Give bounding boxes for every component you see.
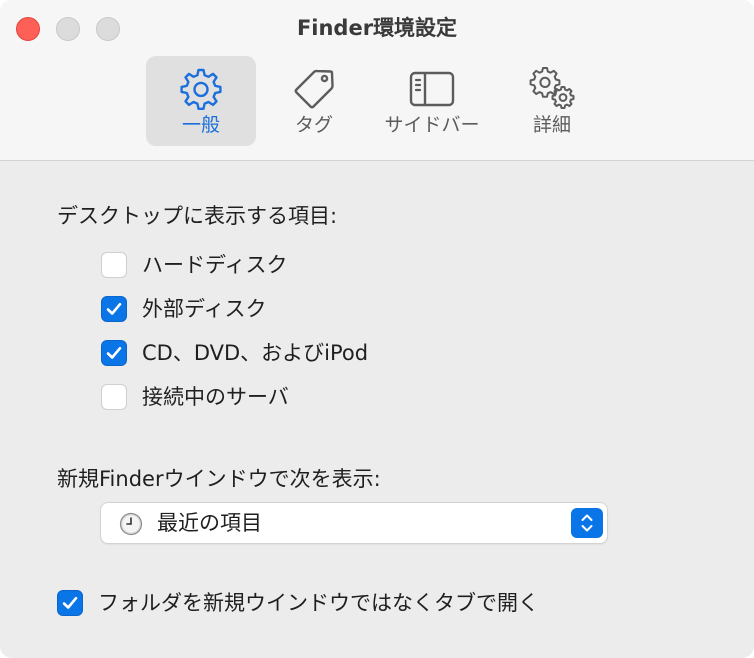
gears-icon	[529, 67, 575, 109]
checkbox-label: ハードディスク	[142, 253, 288, 277]
checkbox-unchecked[interactable]	[101, 384, 127, 410]
sidebar-icon	[409, 71, 455, 107]
checkbox-label: 外部ディスク	[142, 297, 267, 321]
popup-stepper[interactable]	[571, 508, 603, 538]
tab-label: タグ	[294, 114, 333, 136]
tab-tags[interactable]: タグ	[266, 56, 362, 146]
popup-selected-value: 最近の項目	[157, 511, 262, 535]
tab-label: サイドバー	[384, 114, 480, 136]
tag-icon	[294, 69, 334, 109]
checkmark-icon	[106, 302, 122, 315]
checkbox-label: CD、DVD、およびiPod	[142, 341, 369, 365]
clock-icon	[119, 512, 143, 536]
checkmark-icon	[62, 596, 78, 609]
checkbox-checked[interactable]	[101, 296, 127, 322]
tab-label: 一般	[181, 114, 220, 136]
tab-sidebar[interactable]: サイドバー	[370, 56, 494, 146]
checkbox-unchecked[interactable]	[101, 252, 127, 278]
desktop-items-section-label: デスクトップに表示する項目:	[57, 204, 338, 228]
new-window-target-popup[interactable]: 最近の項目	[100, 502, 608, 544]
finder-preferences-window: Finder環境設定 一般 タグ サイドバー 詳細 デスクトップに表示する項目:…	[0, 0, 754, 658]
checkbox-checked[interactable]	[101, 340, 127, 366]
toolbar: Finder環境設定 一般 タグ サイドバー 詳細	[0, 0, 754, 161]
tab-label: 詳細	[532, 114, 571, 136]
tab-general[interactable]: 一般	[146, 56, 256, 146]
window-title: Finder環境設定	[296, 16, 458, 40]
checkbox-checked[interactable]	[57, 590, 83, 616]
checkbox-label: 接続中のサーバ	[142, 385, 289, 409]
tab-advanced[interactable]: 詳細	[504, 56, 600, 146]
checkmark-icon	[106, 346, 122, 359]
new-window-section-label: 新規Finderウインドウで次を表示:	[57, 467, 381, 491]
chevron-up-down-icon	[581, 514, 593, 532]
checkbox-label: フォルダを新規ウインドウではなくタブで開く	[98, 591, 539, 615]
gear-icon	[180, 68, 222, 110]
